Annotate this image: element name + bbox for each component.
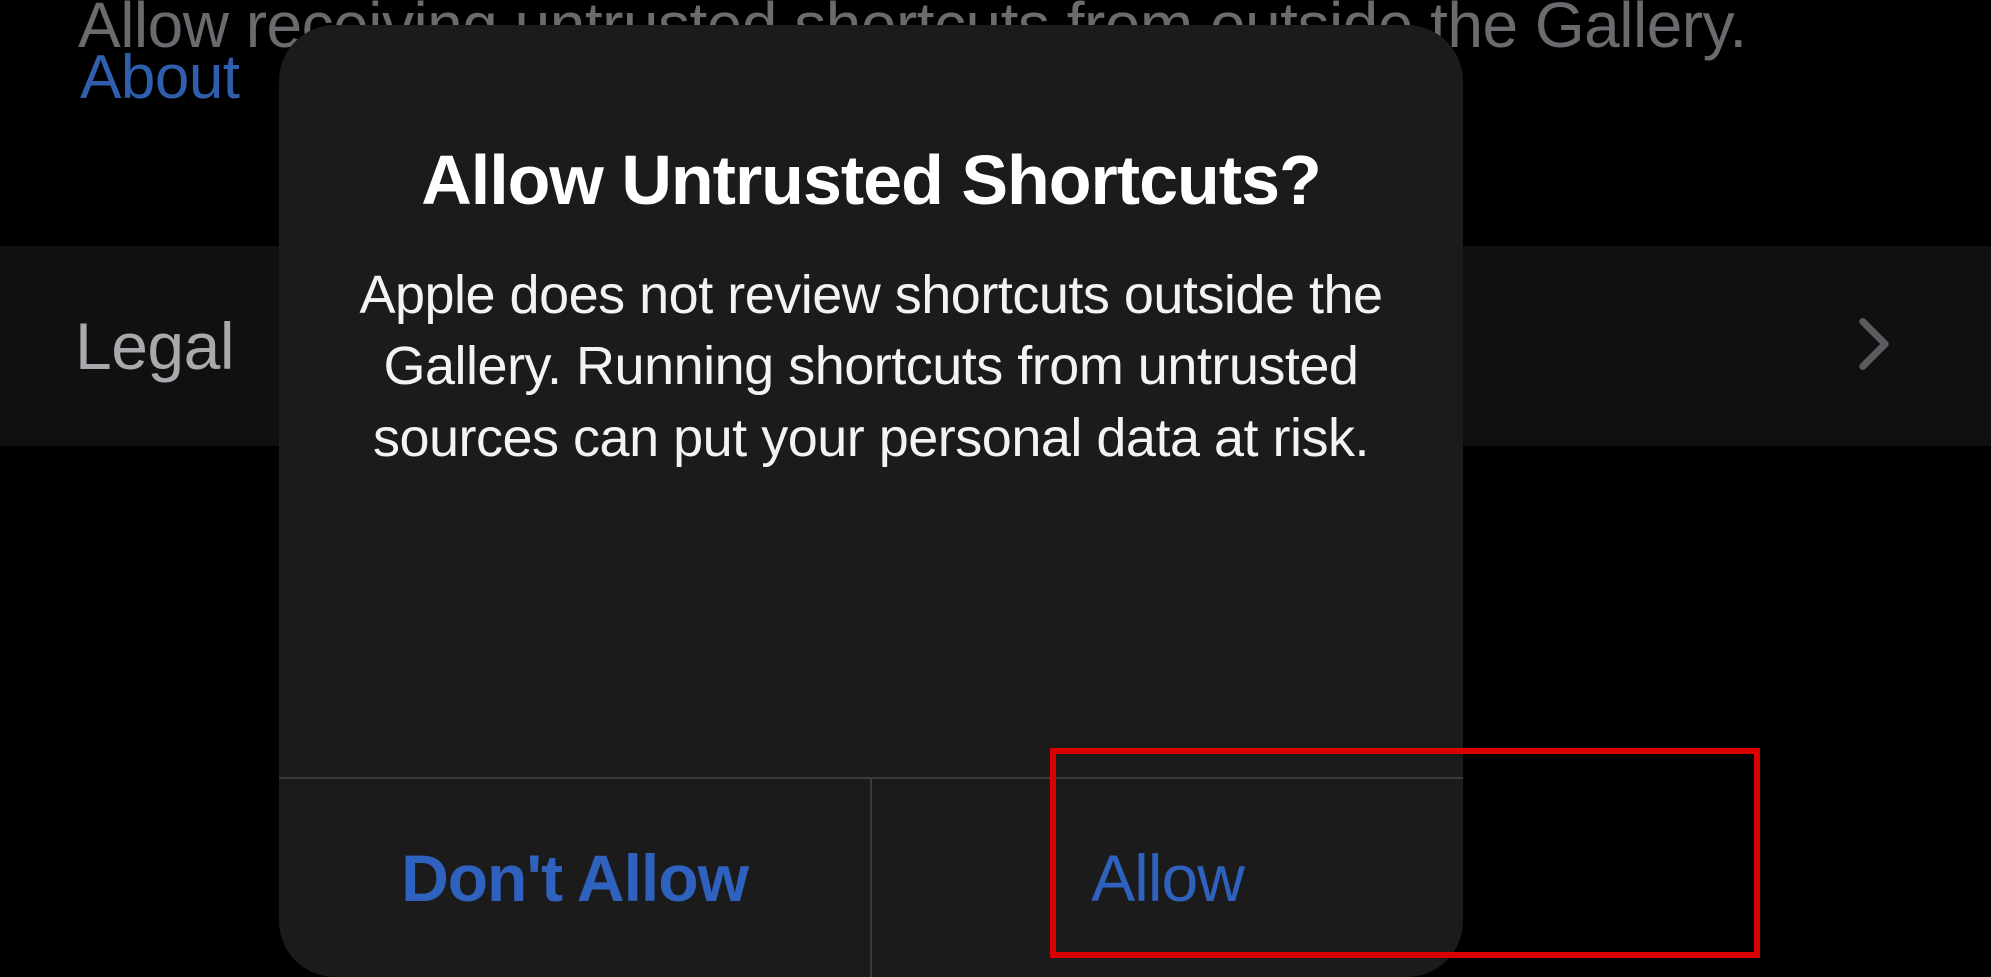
dialog-title: Allow Untrusted Shortcuts? [421,140,1321,220]
dont-allow-button[interactable]: Don't Allow [279,779,872,977]
dialog-message: Apple does not review shortcuts outside … [349,260,1393,474]
chevron-right-icon [1857,316,1891,377]
confirmation-dialog: Allow Untrusted Shortcuts? Apple does no… [279,25,1463,977]
dialog-body: Allow Untrusted Shortcuts? Apple does no… [279,25,1463,777]
allow-button[interactable]: Allow [872,779,1463,977]
dialog-button-row: Don't Allow Allow [279,777,1463,977]
about-link[interactable]: About [80,42,240,113]
legal-row-label: Legal [75,308,234,384]
